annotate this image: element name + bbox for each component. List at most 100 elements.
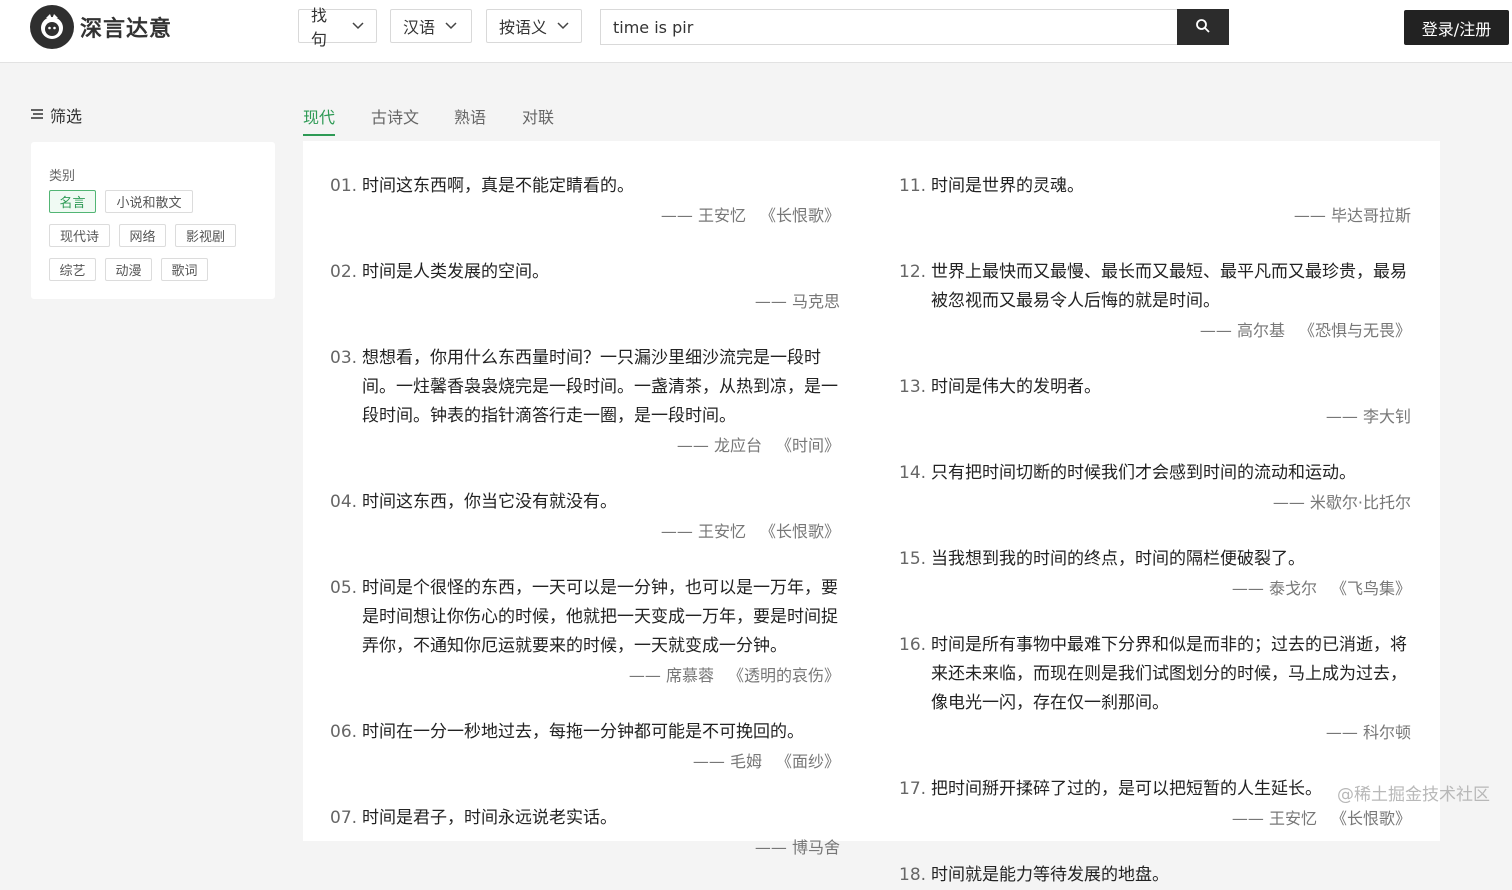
quote-row: 12. 世界上最快而又最慢、最长而又最短、最平凡而又最珍贵，最易被忽视而又最易令人…: [899, 258, 1411, 316]
quote-author[interactable]: —— 马克思: [755, 292, 840, 311]
tag-mingyan[interactable]: 名言: [49, 190, 96, 213]
quote-book[interactable]: 《长恨歌》: [760, 206, 840, 225]
quote-item[interactable]: 17. 把时间掰开揉碎了过的，是可以把短暂的人生延长。 —— 王安忆 《长恨歌》: [899, 775, 1411, 832]
quote-row: 02. 时间是人类发展的空间。: [330, 258, 840, 287]
tag-novel-prose[interactable]: 小说和散文: [105, 190, 193, 213]
quote-number: 02.: [330, 262, 358, 282]
mode-dropdown-label: 找句: [311, 6, 328, 49]
quote-number: 14.: [899, 463, 927, 483]
quote-author[interactable]: —— 王安忆: [1232, 809, 1317, 828]
quote-text[interactable]: 想想看，你用什么东西量时间？一只漏沙里细沙流完是一段时间。一炷馨香袅袅烧完是一段…: [362, 344, 840, 431]
chevron-down-icon: [445, 22, 457, 30]
quote-text[interactable]: 世界上最快而又最慢、最长而又最短、最平凡而又最珍贵，最易被忽视而又最易令人后悔的…: [931, 258, 1411, 316]
quote-text[interactable]: 时间这东西，你当它没有就没有。: [362, 488, 840, 517]
quote-source: —— 米歇尔·比托尔: [899, 490, 1411, 516]
logo-text: 深言达意: [80, 17, 173, 42]
quote-author[interactable]: —— 泰戈尔: [1232, 579, 1317, 598]
quote-item[interactable]: 12. 世界上最快而又最慢、最长而又最短、最平凡而又最珍贵，最易被忽视而又最易令人…: [899, 258, 1411, 344]
tag-modern-poetry[interactable]: 现代诗: [49, 224, 110, 247]
search-icon: [1195, 18, 1211, 37]
quote-row: 05. 时间是个很怪的东西，一天可以是一分钟，也可以是一万年，要是时间想让你伤心的…: [330, 574, 840, 661]
quote-book[interactable]: 《飞鸟集》: [1331, 579, 1411, 598]
search-input[interactable]: [600, 9, 1178, 45]
quote-author[interactable]: —— 王安忆: [661, 206, 746, 225]
quote-author[interactable]: —— 毛姆: [693, 752, 762, 771]
tab-classical-poetry[interactable]: 古诗文: [371, 104, 419, 128]
quote-item[interactable]: 11. 时间是世界的灵魂。 —— 毕达哥拉斯: [899, 172, 1411, 229]
quote-author[interactable]: —— 王安忆: [661, 522, 746, 541]
quote-item[interactable]: 01. 时间这东西啊，真是不能定睛看的。 —— 王安忆 《长恨歌》: [330, 172, 840, 229]
quote-text[interactable]: 时间是君子，时间永远说老实话。: [362, 804, 840, 833]
quote-text[interactable]: 时间这东西啊，真是不能定睛看的。: [362, 172, 840, 201]
quote-number: 18.: [899, 865, 927, 885]
quote-book[interactable]: 《恐惧与无畏》: [1299, 321, 1411, 340]
filter-panel: 类别 名言 小说和散文 现代诗 网络 影视剧 综艺 动漫 歌词: [31, 142, 275, 299]
quote-author[interactable]: —— 博马舍: [755, 838, 840, 857]
tag-film-tv[interactable]: 影视剧: [175, 224, 236, 247]
login-register-button[interactable]: 登录/注册: [1404, 10, 1509, 45]
quote-item[interactable]: 02. 时间是人类发展的空间。 —— 马克思: [330, 258, 840, 315]
quote-book[interactable]: 《长恨歌》: [760, 522, 840, 541]
quote-source: —— 马克思: [330, 289, 840, 315]
quote-author[interactable]: —— 席慕蓉: [629, 666, 714, 685]
logo[interactable]: 深言达意: [30, 5, 172, 49]
quote-book[interactable]: 《长恨歌》: [1331, 809, 1411, 828]
quote-item[interactable]: 03. 想想看，你用什么东西量时间？一只漏沙里细沙流完是一段时间。一炷馨香袅袅烧完…: [330, 344, 840, 459]
quote-item[interactable]: 05. 时间是个很怪的东西，一天可以是一分钟，也可以是一万年，要是时间想让你伤心的…: [330, 574, 840, 689]
quote-author[interactable]: —— 高尔基: [1200, 321, 1285, 340]
tag-internet[interactable]: 网络: [119, 224, 166, 247]
mode-dropdown[interactable]: 找句: [298, 6, 377, 49]
quote-text[interactable]: 时间是世界的灵魂。: [931, 172, 1411, 201]
quote-row: 11. 时间是世界的灵魂。: [899, 172, 1411, 201]
quote-row: 03. 想想看，你用什么东西量时间？一只漏沙里细沙流完是一段时间。一炷馨香袅袅烧完…: [330, 344, 840, 431]
filter-icon: [30, 106, 50, 125]
quote-text[interactable]: 时间在一分一秒地过去，每拖一分钟都可能是不可挽回的。: [362, 718, 840, 747]
tab-idioms[interactable]: 熟语: [454, 104, 486, 128]
quote-source: —— 博马舍: [330, 835, 840, 861]
quote-source: —— 王安忆 《长恨歌》: [330, 203, 840, 229]
quote-source: —— 席慕蓉 《透明的哀伤》: [330, 663, 840, 689]
quote-text[interactable]: 时间是伟大的发明者。: [931, 373, 1411, 402]
tag-anime[interactable]: 动漫: [105, 258, 152, 281]
quote-author[interactable]: —— 科尔顿: [1326, 723, 1411, 742]
quote-number: 06.: [330, 722, 358, 742]
quote-author[interactable]: —— 毕达哥拉斯: [1294, 206, 1411, 225]
tag-variety[interactable]: 综艺: [49, 258, 96, 281]
quote-book[interactable]: 《面纱》: [776, 752, 840, 771]
search-type-dropdown[interactable]: 按语义: [486, 9, 582, 43]
quote-author[interactable]: —— 李大钊: [1326, 407, 1411, 426]
language-dropdown-label: 汉语: [403, 18, 436, 37]
quote-author[interactable]: —— 龙应台: [677, 436, 762, 455]
quote-row: 06. 时间在一分一秒地过去，每拖一分钟都可能是不可挽回的。: [330, 718, 840, 747]
tab-couplets[interactable]: 对联: [522, 104, 554, 128]
quote-text[interactable]: 只有把时间切断的时候我们才会感到时间的流动和运动。: [931, 459, 1411, 488]
quote-book[interactable]: 《时间》: [776, 436, 840, 455]
quote-item[interactable]: 04. 时间这东西，你当它没有就没有。 —— 王安忆 《长恨歌》: [330, 488, 840, 545]
quote-book[interactable]: 《透明的哀伤》: [728, 666, 840, 685]
quote-text[interactable]: 时间是所有事物中最难下分界和似是而非的；过去的已消逝，将来还未来临，而现在则是我…: [931, 631, 1411, 718]
active-tab-indicator: [303, 134, 335, 136]
quote-number: 03.: [330, 348, 358, 368]
quote-item[interactable]: 14. 只有把时间切断的时候我们才会感到时间的流动和运动。 —— 米歇尔·比托尔: [899, 459, 1411, 516]
quote-source: —— 毕达哥拉斯: [899, 203, 1411, 229]
quote-item[interactable]: 15. 当我想到我的时间的终点，时间的隔栏便破裂了。 —— 泰戈尔 《飞鸟集》: [899, 545, 1411, 602]
tag-lyrics[interactable]: 歌词: [161, 258, 208, 281]
language-dropdown[interactable]: 汉语: [390, 9, 472, 43]
quote-item[interactable]: 07. 时间是君子，时间永远说老实话。 —— 博马舍: [330, 804, 840, 861]
quote-item[interactable]: 18. 时间就是能力等待发展的地盘。: [899, 861, 1411, 890]
quote-row: 04. 时间这东西，你当它没有就没有。: [330, 488, 840, 517]
tab-modern[interactable]: 现代: [303, 104, 335, 128]
quote-text[interactable]: 时间就是能力等待发展的地盘。: [931, 861, 1411, 890]
quote-item[interactable]: 16. 时间是所有事物中最难下分界和似是而非的；过去的已消逝，将来还未来临，而现在…: [899, 631, 1411, 746]
quote-number: 04.: [330, 492, 358, 512]
quote-item[interactable]: 13. 时间是伟大的发明者。 —— 李大钊: [899, 373, 1411, 430]
quote-row: 18. 时间就是能力等待发展的地盘。: [899, 861, 1411, 890]
quote-text[interactable]: 时间是人类发展的空间。: [362, 258, 840, 287]
quote-text[interactable]: 时间是个很怪的东西，一天可以是一分钟，也可以是一万年，要是时间想让你伤心的时候，…: [362, 574, 840, 661]
quote-text[interactable]: 当我想到我的时间的终点，时间的隔栏便破裂了。: [931, 545, 1411, 574]
chevron-down-icon: [557, 22, 569, 30]
quote-author[interactable]: —— 米歇尔·比托尔: [1273, 493, 1411, 512]
quote-number: 05.: [330, 578, 358, 598]
quote-item[interactable]: 06. 时间在一分一秒地过去，每拖一分钟都可能是不可挽回的。 —— 毛姆 《面纱》: [330, 718, 840, 775]
search-button[interactable]: [1177, 9, 1229, 45]
